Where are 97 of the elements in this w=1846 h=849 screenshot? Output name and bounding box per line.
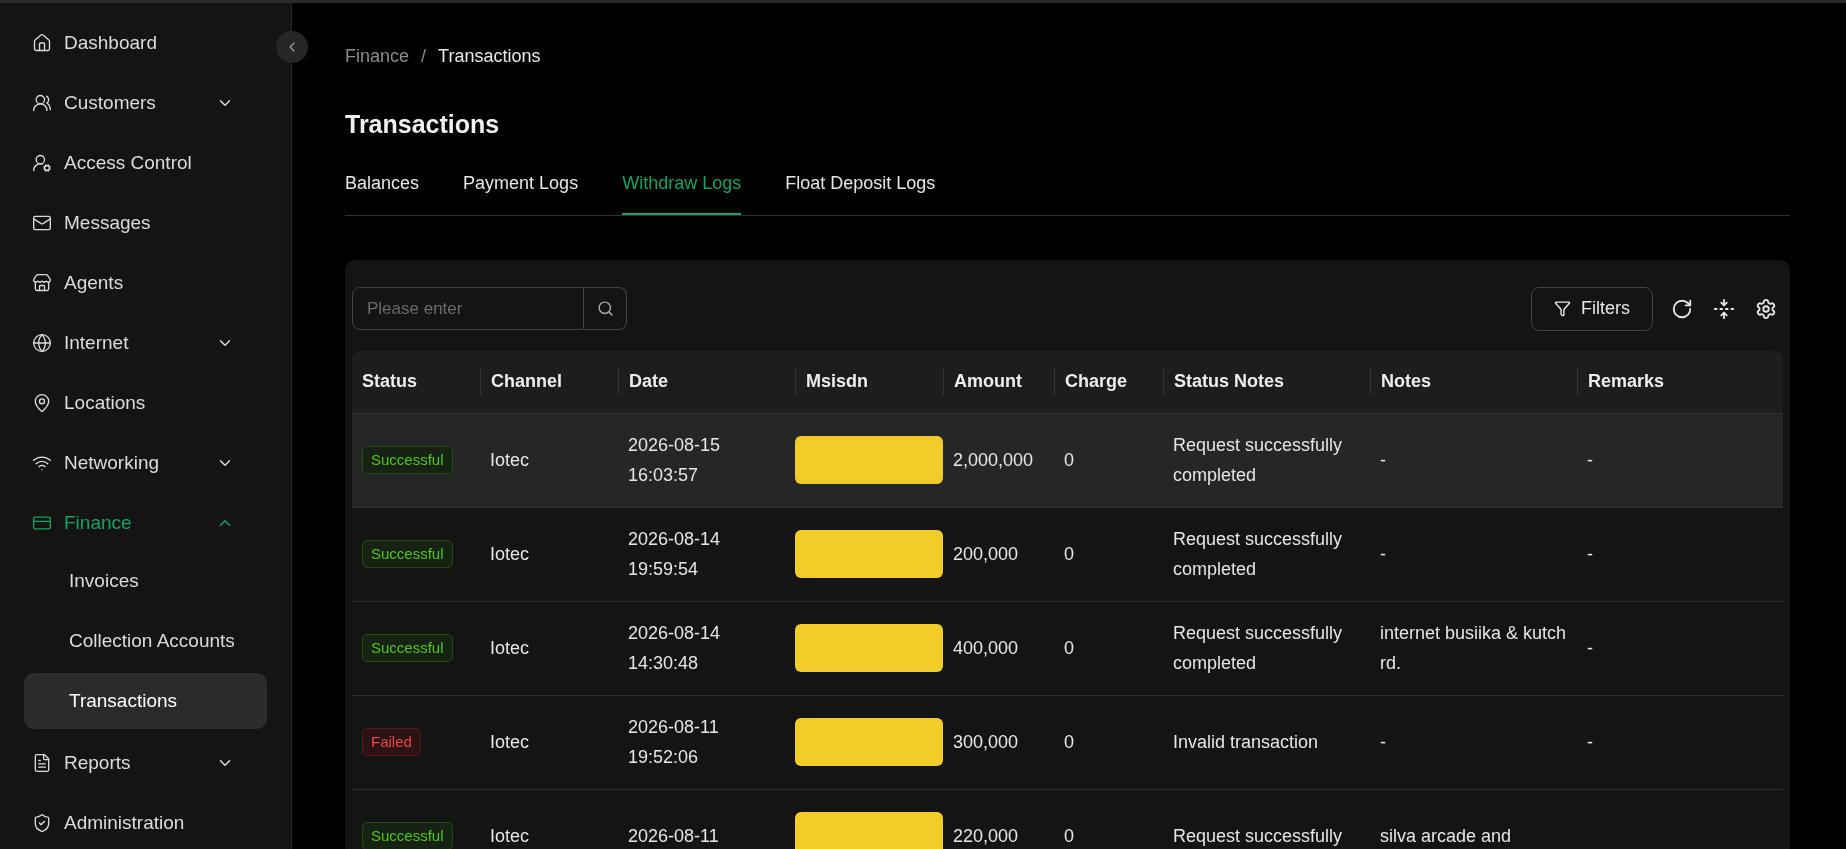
tab[interactable]: Payment Logs bbox=[463, 169, 579, 215]
sidebar-subitem[interactable]: Collection Accounts bbox=[24, 613, 267, 669]
status-tag: Successful bbox=[362, 821, 453, 849]
column-header: Amount bbox=[954, 371, 1022, 391]
table-cell: 400,000 bbox=[953, 637, 1019, 658]
column-header: Msisdn bbox=[806, 371, 868, 391]
table-cell: - bbox=[1380, 450, 1386, 470]
table-cell: - bbox=[1587, 637, 1593, 658]
table-cell: Iotec bbox=[490, 637, 530, 658]
tab[interactable]: Withdraw Logs bbox=[622, 169, 742, 215]
table-cell: 0 bbox=[1064, 825, 1074, 846]
house-icon bbox=[32, 33, 52, 53]
status-tag: Successful bbox=[362, 445, 453, 475]
table-cell: 0 bbox=[1064, 637, 1074, 658]
table-cell: - bbox=[1587, 731, 1593, 752]
users-icon bbox=[32, 93, 52, 113]
filters-button[interactable]: Filters bbox=[1531, 286, 1653, 331]
table-cell: 0 bbox=[1064, 449, 1074, 470]
settings-icon[interactable] bbox=[1755, 297, 1777, 320]
breadcrumb-item: Transactions bbox=[438, 45, 541, 68]
table-row[interactable]: Successful Iotec 2026-08-14 14:30:48 400,000 0 Request successfully completed internet busiika & kutch rd. - bbox=[352, 601, 1783, 696]
page-title: Transactions bbox=[345, 109, 501, 140]
table-cell: - bbox=[1380, 544, 1386, 564]
user-cog-icon bbox=[32, 153, 52, 173]
table-cell: 0 bbox=[1064, 543, 1074, 564]
status-tag: Successful bbox=[362, 633, 453, 663]
table-cell-text: 19:52:06 bbox=[628, 746, 700, 769]
breadcrumb-item[interactable]: Finance bbox=[345, 43, 410, 70]
table-row[interactable]: Failed Iotec 2026-08-11 19:52:06 300,000 0 Invalid transaction - - bbox=[352, 695, 1783, 790]
sidebar-item[interactable]: Agents bbox=[0, 253, 270, 313]
table-cell: Request successfully completed bbox=[1173, 529, 1343, 579]
table-cell: - bbox=[1587, 543, 1593, 564]
table-cell: silva arcade and bbox=[1380, 826, 1512, 846]
table-cell: - bbox=[1587, 449, 1593, 470]
tab[interactable]: Balances bbox=[345, 169, 420, 215]
shield-check-icon bbox=[32, 813, 52, 833]
table-cell: 220,000 bbox=[953, 825, 1019, 846]
table-cell: Iotec bbox=[490, 449, 530, 470]
sidebar-item[interactable]: Internet bbox=[0, 313, 270, 373]
column-header: Status Notes bbox=[1174, 371, 1285, 391]
tab[interactable]: Float Deposit Logs bbox=[785, 169, 936, 215]
sidebar-item[interactable]: Dashboard bbox=[0, 13, 270, 73]
sidebar-item[interactable]: Customers bbox=[0, 73, 270, 133]
table-cell: 2,000,000 bbox=[953, 449, 1034, 470]
collapse-button[interactable] bbox=[276, 31, 308, 63]
sidebar-item[interactable]: Finance bbox=[0, 493, 270, 553]
breadcrumb-separator: / bbox=[421, 45, 427, 68]
column-header: Remarks bbox=[1588, 371, 1665, 391]
table-cell-text: 2026-08-11 bbox=[628, 825, 720, 848]
table-cell: Iotec bbox=[490, 543, 530, 564]
sidebar-item[interactable]: Locations bbox=[0, 373, 270, 433]
column-header: Charge bbox=[1065, 371, 1127, 391]
table-cell: 0 bbox=[1064, 731, 1074, 752]
document-icon bbox=[32, 753, 52, 773]
table-cell: 200,000 bbox=[953, 543, 1019, 564]
column-header: Date bbox=[629, 371, 668, 391]
status-tag: Successful bbox=[362, 539, 453, 569]
table-cell: - bbox=[1380, 732, 1386, 752]
table-cell: 300,000 bbox=[953, 731, 1019, 752]
column-header: Notes bbox=[1381, 371, 1431, 391]
table-cell: Invalid transaction bbox=[1173, 732, 1319, 752]
column-header: Channel bbox=[491, 371, 562, 391]
table-cell-text: 19:59:54 bbox=[628, 558, 700, 581]
sidebar-item[interactable]: Messages bbox=[0, 193, 270, 253]
sidebar-item[interactable]: Access Control bbox=[0, 133, 270, 193]
globe-icon bbox=[32, 333, 52, 353]
status-tag: Failed bbox=[362, 727, 421, 757]
table-cell-text: 16:03:57 bbox=[628, 464, 700, 487]
envelope-icon bbox=[32, 213, 52, 233]
table-cell-text: 2026-08-14 bbox=[628, 528, 722, 551]
table-cell-text: 2026-08-15 bbox=[628, 434, 722, 457]
table-cell: Request successfully completed bbox=[1173, 435, 1343, 485]
map-pin-icon bbox=[32, 393, 52, 413]
table-row[interactable]: Successful Iotec 2026-08-11 220,000 0 Request successfully silva arcade and bbox=[352, 789, 1783, 849]
refresh-icon[interactable] bbox=[1671, 297, 1693, 320]
table-cell: Iotec bbox=[490, 731, 530, 752]
search-button[interactable] bbox=[584, 287, 627, 330]
search-field[interactable]: Please enter bbox=[352, 287, 584, 330]
sidebar-subitem[interactable]: Transactions bbox=[24, 673, 267, 729]
store-icon bbox=[32, 273, 52, 293]
sidebar-subitem[interactable]: Invoices bbox=[24, 553, 267, 609]
sidebar-item[interactable]: Reports bbox=[0, 733, 270, 793]
table-cell: Request successfully completed bbox=[1173, 623, 1343, 673]
table-cell-text: 14:30:48 bbox=[628, 652, 700, 675]
table-cell: Request successfully bbox=[1173, 826, 1343, 846]
table-row[interactable]: Successful Iotec 2026-08-14 19:59:54 200,000 0 Request successfully completed - - bbox=[352, 507, 1783, 602]
density-icon[interactable] bbox=[1713, 297, 1735, 320]
table-cell: Iotec bbox=[490, 825, 530, 846]
table-cell-text: 2026-08-11 bbox=[628, 716, 720, 739]
table-row[interactable]: Successful Iotec 2026-08-15 16:03:57 2,000,000 0 Request successfully completed - - bbox=[352, 413, 1783, 508]
sidebar-item[interactable]: Networking bbox=[0, 433, 270, 493]
search-icon bbox=[596, 300, 614, 317]
filter-icon bbox=[1554, 300, 1571, 317]
sidebar-item[interactable]: Administration bbox=[0, 793, 270, 849]
table-cell: internet busiika & kutch rd. bbox=[1380, 623, 1567, 673]
column-header: Status bbox=[362, 371, 417, 391]
table-cell-text: 2026-08-14 bbox=[628, 622, 722, 645]
